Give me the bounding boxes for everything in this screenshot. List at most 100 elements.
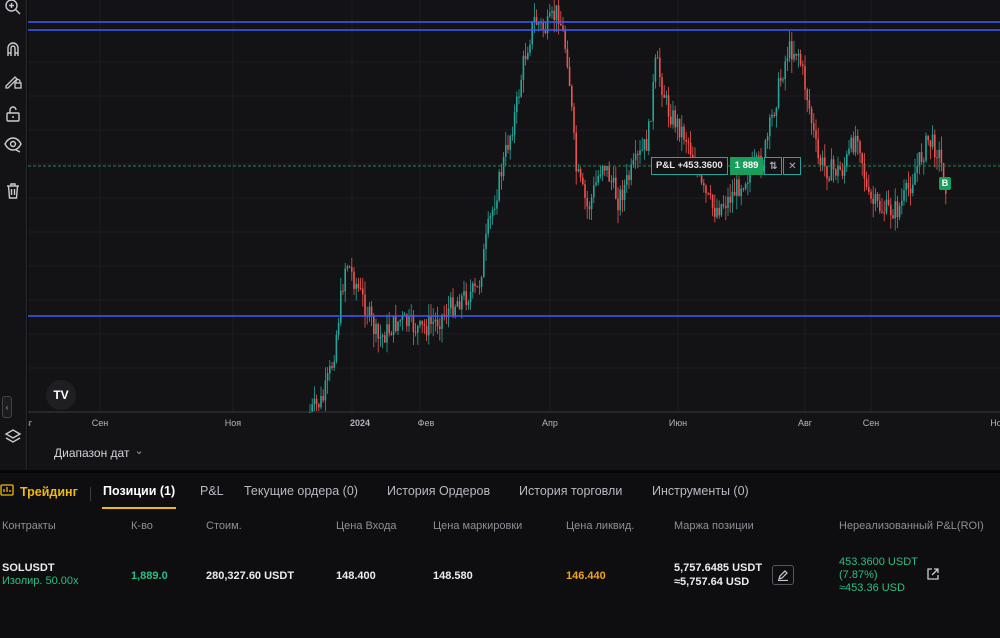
candle-body bbox=[617, 198, 619, 211]
candle-body bbox=[496, 200, 498, 209]
magnet-icon[interactable] bbox=[2, 38, 24, 60]
tab-order-history[interactable]: История Ордеров bbox=[387, 484, 490, 498]
edit-margin-button[interactable] bbox=[772, 565, 794, 585]
trash-icon[interactable] bbox=[2, 180, 24, 202]
position-pnl-tag[interactable]: P&L +453.3600 1 889 ⇅ ✕ bbox=[651, 157, 802, 175]
candle-body bbox=[887, 199, 890, 205]
tab-open-orders[interactable]: Текущие ордера (0) bbox=[244, 484, 358, 498]
collapse-toolbar-button[interactable]: ‹ bbox=[2, 396, 12, 418]
candle-body bbox=[359, 288, 362, 290]
candle-body bbox=[518, 96, 520, 98]
tab-trading-label: Трейдинг bbox=[20, 484, 78, 499]
candle-body bbox=[403, 314, 406, 316]
candle-body bbox=[436, 319, 439, 327]
tab-instruments[interactable]: Инструменты (0) bbox=[652, 484, 749, 498]
tab-trading[interactable]: Трейдинг bbox=[0, 484, 78, 499]
candle-body bbox=[315, 398, 318, 404]
candle-body bbox=[388, 324, 390, 334]
candle-body bbox=[549, 12, 551, 17]
close-position-icon[interactable]: ✕ bbox=[783, 157, 802, 175]
tradingview-logo[interactable]: TV bbox=[46, 380, 76, 410]
candle-body bbox=[498, 171, 500, 201]
lock-drawing-icon[interactable] bbox=[2, 70, 24, 92]
candle-body bbox=[705, 185, 707, 194]
candle-body bbox=[817, 139, 819, 159]
time-axis-label: Фев bbox=[417, 418, 435, 428]
candle-body bbox=[923, 160, 925, 162]
candle-body bbox=[608, 165, 610, 182]
candle-body bbox=[672, 110, 674, 125]
candle-body bbox=[916, 166, 918, 173]
candle-body bbox=[894, 201, 896, 219]
tab-pnl[interactable]: P&L bbox=[200, 484, 224, 498]
chevron-down-icon: ⌄ bbox=[134, 444, 144, 457]
candle-body bbox=[626, 175, 628, 185]
candle-body bbox=[925, 135, 927, 161]
candle-body bbox=[720, 204, 723, 216]
candle-body bbox=[905, 183, 907, 191]
candle-body bbox=[903, 190, 905, 201]
candle-body bbox=[650, 120, 652, 122]
candle-body bbox=[689, 142, 692, 155]
share-pnl-icon[interactable] bbox=[926, 567, 940, 581]
candle-body bbox=[854, 135, 857, 153]
candle-body bbox=[819, 158, 822, 166]
candle-body bbox=[324, 380, 327, 401]
candle-body bbox=[309, 411, 311, 413]
candle-body bbox=[531, 21, 533, 45]
candle-body bbox=[890, 204, 892, 216]
candle-body bbox=[384, 335, 386, 343]
candle-body bbox=[645, 139, 648, 151]
candle-body bbox=[551, 10, 553, 13]
candle-body bbox=[397, 321, 399, 332]
zoom-in-icon[interactable] bbox=[2, 0, 24, 18]
position-margin-mode[interactable]: Изолир. 50.00x bbox=[2, 575, 79, 587]
candle-body bbox=[777, 78, 780, 108]
position-symbol[interactable]: SOLUSDT bbox=[2, 562, 55, 574]
candle-body bbox=[841, 169, 844, 176]
header-qty: К-во bbox=[131, 520, 153, 532]
candle-body bbox=[463, 291, 465, 296]
header-contracts: Контракты bbox=[2, 520, 56, 532]
candle-body bbox=[786, 58, 789, 62]
position-pnl-usdt: 453.3600 USDT bbox=[839, 556, 918, 568]
candle-body bbox=[909, 188, 912, 194]
candle-body bbox=[648, 121, 650, 151]
candle-body bbox=[535, 16, 538, 25]
candle-body bbox=[931, 134, 934, 147]
candle-body bbox=[716, 207, 718, 217]
price-chart[interactable]: P&L +453.3600 1 889 ⇅ ✕ B TV вг Сен Ноя 202… bbox=[28, 0, 1000, 470]
candle-body bbox=[929, 140, 932, 147]
unlock-icon[interactable] bbox=[2, 103, 24, 125]
candle-body bbox=[793, 53, 795, 60]
candle-body bbox=[670, 116, 672, 125]
tradingview-logo-text: TV bbox=[53, 388, 69, 402]
candle-body bbox=[595, 182, 597, 186]
tab-positions[interactable]: Позиции (1) bbox=[103, 484, 175, 498]
layers-icon[interactable] bbox=[2, 426, 24, 448]
tab-trade-history[interactable]: История торговли bbox=[519, 484, 622, 498]
header-value: Стоим. bbox=[206, 520, 242, 532]
candle-body bbox=[815, 130, 817, 140]
eye-icon[interactable] bbox=[2, 133, 24, 155]
time-axis-label: Июн bbox=[668, 418, 688, 428]
candle-body bbox=[659, 57, 661, 78]
candle-body bbox=[901, 200, 903, 206]
candle-body bbox=[824, 157, 826, 167]
candle-body bbox=[637, 153, 639, 155]
candle-body bbox=[872, 198, 874, 204]
candle-body bbox=[601, 166, 604, 175]
candle-body bbox=[452, 297, 454, 316]
date-range-selector[interactable]: Диапазон дат ⌄ bbox=[54, 444, 144, 461]
candle-body bbox=[458, 301, 461, 310]
candle-body bbox=[802, 64, 804, 67]
candle-body bbox=[337, 322, 340, 335]
candle-body bbox=[419, 320, 421, 326]
reverse-position-icon[interactable]: ⇅ bbox=[764, 157, 783, 175]
candle-body bbox=[571, 85, 573, 107]
candle-body bbox=[883, 212, 885, 214]
candle-body bbox=[639, 150, 641, 155]
candle-body bbox=[641, 149, 643, 151]
candle-body bbox=[852, 137, 855, 153]
candle-body bbox=[729, 196, 731, 203]
